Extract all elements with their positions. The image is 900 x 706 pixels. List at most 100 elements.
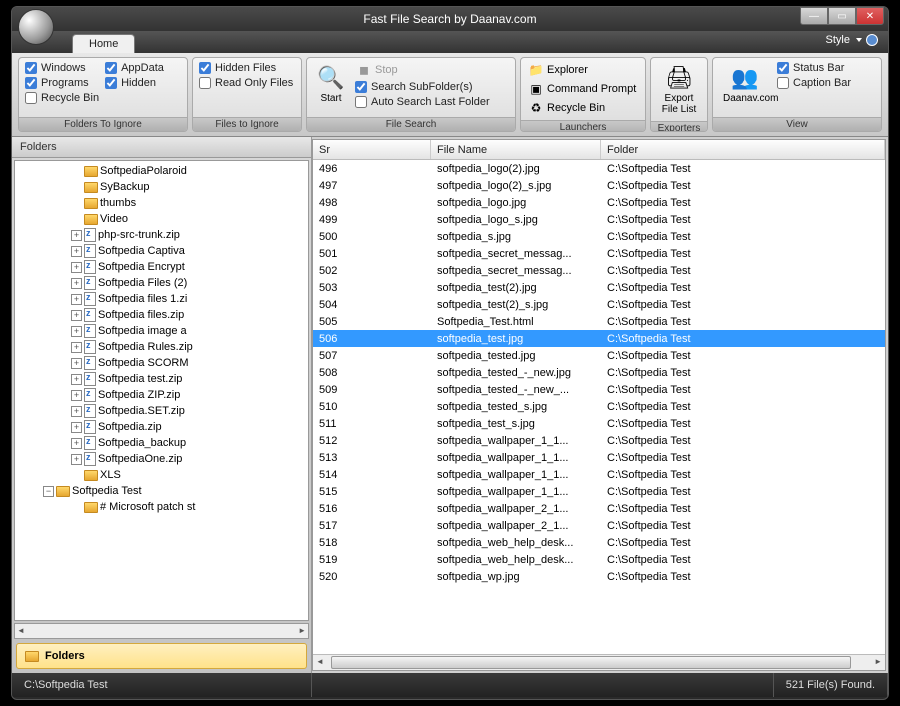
table-row[interactable]: 511softpedia_test_s.jpgC:\Softpedia Test [313,415,885,432]
expand-icon[interactable]: + [71,278,82,289]
expand-icon[interactable]: + [71,390,82,401]
close-button[interactable]: ✕ [856,7,884,25]
chk-status-bar[interactable]: Status Bar [777,62,851,74]
tree-item[interactable]: # Microsoft patch st [15,499,308,515]
expand-icon[interactable]: + [71,294,82,305]
tree-item[interactable]: SyBackup [15,179,308,195]
tab-home[interactable]: Home [72,34,135,53]
daanav-link-button[interactable]: 👥 Daanav.com [719,62,771,106]
chk-caption-bar[interactable]: Caption Bar [777,77,851,89]
tree-item[interactable]: thumbs [15,195,308,211]
expand-icon[interactable]: + [71,454,82,465]
chk-readonly-files[interactable]: Read Only Files [199,77,293,89]
expand-icon[interactable]: + [71,230,82,241]
table-row[interactable]: 502softpedia_secret_messag...C:\Softpedi… [313,262,885,279]
chk-appdata[interactable]: AppData [105,62,164,74]
col-folder[interactable]: Folder [601,140,885,159]
expand-icon[interactable]: + [71,422,82,433]
tree-item[interactable]: +Softpedia Captiva [15,243,308,259]
expand-icon[interactable]: + [71,262,82,273]
tree-item[interactable]: +Softpedia files.zip [15,307,308,323]
tree-item[interactable]: +SoftpediaOne.zip [15,451,308,467]
tree-item[interactable]: +Softpedia Files (2) [15,275,308,291]
tree-item[interactable]: −Softpedia Test [15,483,308,499]
open-explorer-button[interactable]: 📁Explorer [527,62,638,78]
maximize-button[interactable]: ▭ [828,7,856,25]
expand-icon[interactable]: + [71,406,82,417]
titlebar[interactable]: Fast File Search by Daanav.com — ▭ ✕ [12,7,888,31]
tree-item[interactable]: +Softpedia ZIP.zip [15,387,308,403]
expand-icon[interactable]: + [71,438,82,449]
table-row[interactable]: 513softpedia_wallpaper_1_1...C:\Softpedi… [313,449,885,466]
start-search-button[interactable]: 🔍 Start [313,62,349,106]
folder-tree[interactable]: SoftpediaPolaroidSyBackupthumbsVideo+php… [14,160,309,621]
help-icon[interactable] [866,34,878,46]
table-row[interactable]: 517softpedia_wallpaper_2_1...C:\Softpedi… [313,517,885,534]
table-row[interactable]: 496softpedia_logo(2).jpgC:\Softpedia Tes… [313,160,885,177]
table-row[interactable]: 507softpedia_tested.jpgC:\Softpedia Test [313,347,885,364]
table-row[interactable]: 514softpedia_wallpaper_1_1...C:\Softpedi… [313,466,885,483]
tree-item[interactable]: +Softpedia image a [15,323,308,339]
table-row[interactable]: 500softpedia_s.jpgC:\Softpedia Test [313,228,885,245]
open-cmd-button[interactable]: ▣Command Prompt [527,81,638,97]
table-row[interactable]: 498softpedia_logo.jpgC:\Softpedia Test [313,194,885,211]
style-menu[interactable]: Style [826,34,878,46]
open-recycle-button[interactable]: ♻Recycle Bin [527,100,638,116]
table-row[interactable]: 512softpedia_wallpaper_1_1...C:\Softpedi… [313,432,885,449]
tree-item[interactable]: +php-src-trunk.zip [15,227,308,243]
expand-icon[interactable]: + [71,342,82,353]
table-row[interactable]: 506softpedia_test.jpgC:\Softpedia Test [313,330,885,347]
tree-item[interactable]: +Softpedia_backup [15,435,308,451]
table-row[interactable]: 503softpedia_test(2).jpgC:\Softpedia Tes… [313,279,885,296]
tree-h-scrollbar[interactable] [14,623,309,639]
table-row[interactable]: 520softpedia_wp.jpgC:\Softpedia Test [313,568,885,585]
expand-icon[interactable]: + [71,246,82,257]
app-orb-button[interactable] [18,9,54,45]
expand-icon[interactable]: + [71,374,82,385]
tree-item[interactable]: + Softpedia test.zip [15,371,308,387]
table-row[interactable]: 499softpedia_logo_s.jpgC:\Softpedia Test [313,211,885,228]
chk-hidden-files[interactable]: Hidden Files [199,62,293,74]
table-h-scrollbar[interactable] [313,654,885,670]
tree-item[interactable]: +Softpedia Rules.zip [15,339,308,355]
minimize-button[interactable]: — [800,7,828,25]
tree-item[interactable]: +Softpedia files 1.zi [15,291,308,307]
results-panel: Sr File Name Folder 496softpedia_logo(2)… [312,139,886,671]
table-row[interactable]: 508softpedia_tested_-_new.jpgC:\Softpedi… [313,364,885,381]
table-row[interactable]: 501softpedia_secret_messag...C:\Softpedi… [313,245,885,262]
chk-programs[interactable]: Programs [25,77,99,89]
tree-item[interactable]: XLS [15,467,308,483]
tree-item[interactable]: +Softpedia.zip [15,419,308,435]
folders-section-button[interactable]: Folders [16,643,307,669]
col-sr[interactable]: Sr [313,140,431,159]
chk-windows[interactable]: Windows [25,62,99,74]
chk-hidden-folders[interactable]: Hidden [105,77,164,89]
table-body[interactable]: 496softpedia_logo(2).jpgC:\Softpedia Tes… [313,160,885,654]
table-row[interactable]: 518softpedia_web_help_desk...C:\Softpedi… [313,534,885,551]
collapse-icon[interactable]: − [43,486,54,497]
table-row[interactable]: 519softpedia_web_help_desk...C:\Softpedi… [313,551,885,568]
table-row[interactable]: 504softpedia_test(2)_s.jpgC:\Softpedia T… [313,296,885,313]
scrollbar-thumb[interactable] [331,656,851,669]
tree-item-label: Softpedia test.zip [98,373,182,385]
expand-icon[interactable]: + [71,310,82,321]
table-row[interactable]: 510softpedia_tested_s.jpgC:\Softpedia Te… [313,398,885,415]
table-row[interactable]: 497softpedia_logo(2)_s.jpgC:\Softpedia T… [313,177,885,194]
chk-recycle-bin[interactable]: Recycle Bin [25,92,99,104]
tree-item[interactable]: +Softpedia.SET.zip [15,403,308,419]
col-filename[interactable]: File Name [431,140,601,159]
tree-item[interactable]: +Softpedia Encrypt [15,259,308,275]
chk-search-subfolders[interactable]: Search SubFolder(s) [355,81,490,93]
tree-item[interactable]: Video [15,211,308,227]
table-row[interactable]: 515softpedia_wallpaper_1_1...C:\Softpedi… [313,483,885,500]
table-row[interactable]: 509softpedia_tested_-_new_...C:\Softpedi… [313,381,885,398]
tree-item[interactable]: +Softpedia SCORM [15,355,308,371]
chk-auto-last-folder[interactable]: Auto Search Last Folder [355,96,490,108]
expand-icon[interactable]: + [71,326,82,337]
table-row[interactable]: 505Softpedia_Test.htmlC:\Softpedia Test [313,313,885,330]
export-file-list-button[interactable]: 🖨 Export File List [657,62,701,117]
expand-icon[interactable]: + [71,358,82,369]
tree-item[interactable]: SoftpediaPolaroid [15,163,308,179]
stop-search-button[interactable]: ◼Stop [355,62,490,78]
table-row[interactable]: 516softpedia_wallpaper_2_1...C:\Softpedi… [313,500,885,517]
